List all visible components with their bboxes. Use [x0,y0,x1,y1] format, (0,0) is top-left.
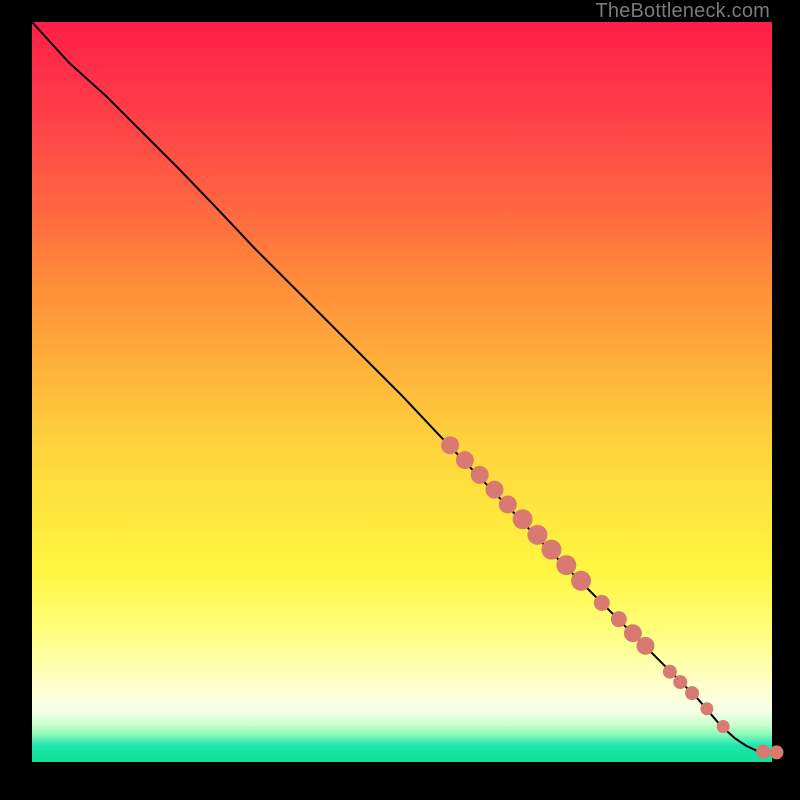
watermark-text: TheBottleneck.com [595,0,770,23]
data-marker [769,745,783,759]
data-marker [541,540,561,560]
curve-line [32,22,779,752]
data-marker [673,675,687,689]
data-marker [513,509,533,529]
data-marker [663,665,677,679]
data-marker [685,686,699,700]
chart-stage: TheBottleneck.com [0,0,800,800]
data-marker [717,720,730,733]
data-marker [700,702,713,715]
data-marker [571,571,591,591]
data-marker [611,611,627,627]
data-marker [486,481,504,499]
data-marker [527,525,547,545]
chart-svg [32,22,772,762]
data-marker [456,451,474,469]
data-marker [636,637,654,655]
data-marker [499,495,517,513]
data-marker [471,466,489,484]
markers-group [441,436,783,759]
data-marker [556,555,576,575]
data-marker [594,595,610,611]
data-marker [441,436,459,454]
data-marker [756,745,770,759]
plot-area [32,22,772,762]
